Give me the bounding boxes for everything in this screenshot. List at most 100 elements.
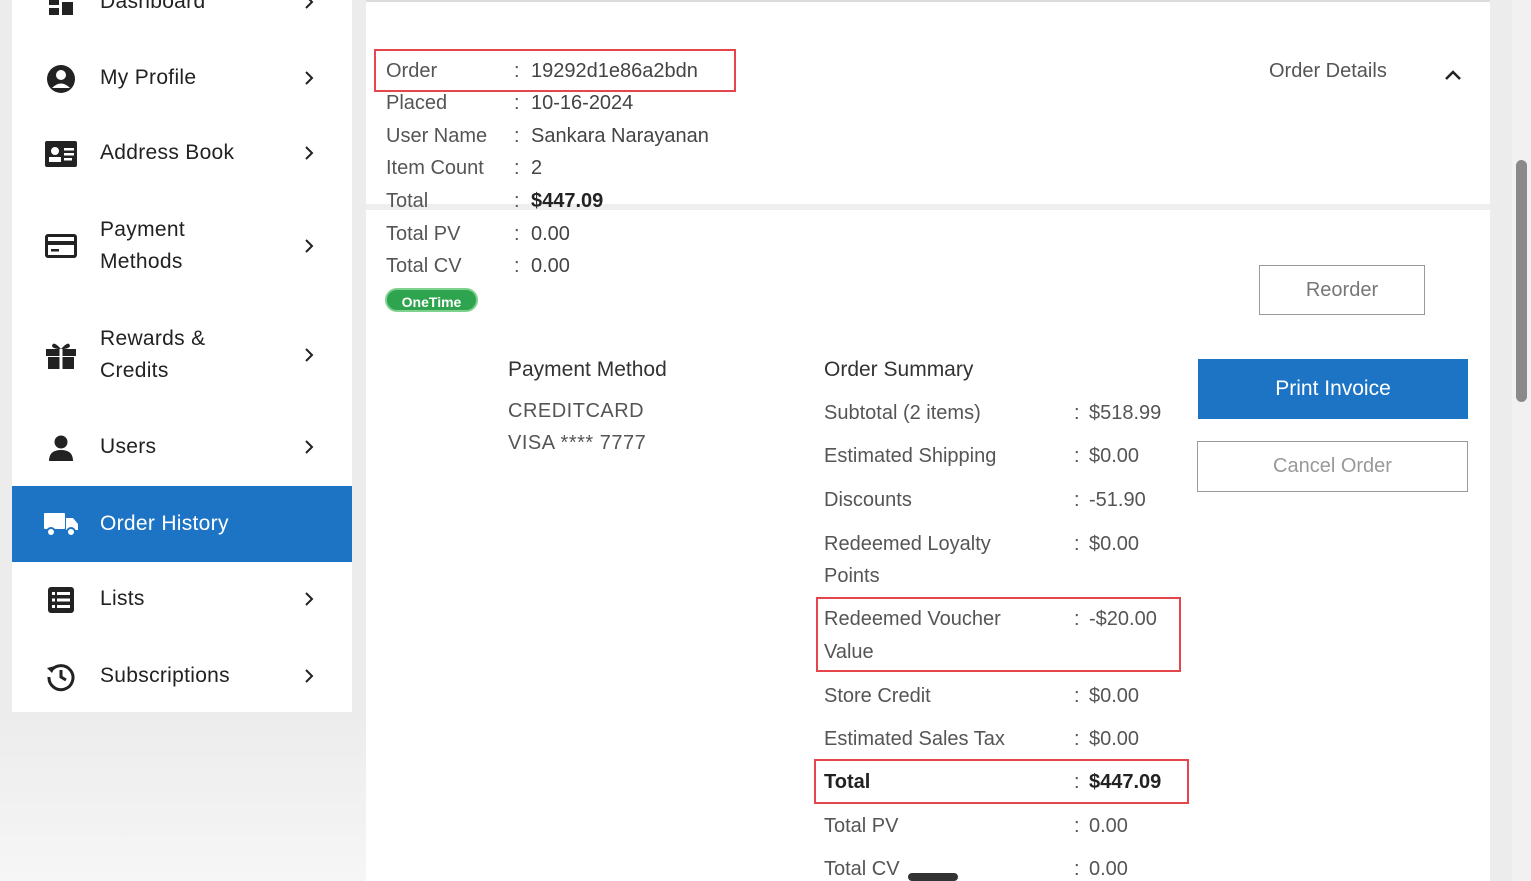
field-label: Total CV [386,255,462,277]
sidebar-item-users[interactable]: Users [12,431,352,463]
order-number-row: Order : 19292d1e86a2bdn [386,55,746,87]
summary-value: $0.00 [1089,728,1140,750]
sidebar-item-rewards-credits[interactable]: Rewards & Credits [12,323,352,387]
address-book-icon [44,137,78,171]
sidebar-item-label: Users [100,435,157,458]
order-detail-panel: Order : 19292d1e86a2bdn Placed : 10-16-2… [366,0,1490,881]
summary-label: Estimated Shipping [824,445,997,467]
field-separator: : [1074,685,1080,707]
order-summary-title: Order Summary [824,358,974,381]
chevron-right-icon [302,146,316,160]
sidebar-item-lists[interactable]: Lists [12,583,352,615]
sidebar-item-address-book[interactable]: Address Book [12,137,352,169]
payment-method-title: Payment Method [508,358,667,381]
field-separator: : [1074,771,1080,793]
order-number: 19292d1e86a2bdn [531,60,698,82]
print-invoice-button[interactable]: Print Invoice [1198,359,1468,419]
chevron-right-icon [302,669,316,683]
sidebar-item-label: Address Book [100,141,235,164]
summary-label: Subtotal (2 items) [824,402,981,424]
item-count: 2 [531,157,543,179]
account-sidebar: Dashboard My Profile Address Book Paymen… [12,0,352,712]
item-count-row: Item Count : 2 [386,152,746,184]
payment-type: CREDITCARD [508,400,645,422]
summary-value: $447.09 [1089,771,1162,793]
summary-row-subtotal: Subtotal (2 items) : $518.99 [824,397,1174,429]
sidebar-item-subscriptions[interactable]: Subscriptions [12,660,352,692]
sidebar-item-label: Credits [100,359,169,382]
field-label: Order [386,60,438,82]
sidebar-item-label: Subscriptions [100,664,230,687]
sidebar-item-payment-methods[interactable]: Payment Methods [12,214,352,278]
cancel-order-button[interactable]: Cancel Order [1197,441,1468,492]
card-info: VISA **** 7777 [508,432,647,454]
summary-label: Store Credit [824,685,931,707]
order-details-toggle[interactable]: Order Details [1269,56,1461,86]
summary-row-store-credit: Store Credit : $0.00 [824,680,1174,712]
reorder-button[interactable]: Reorder [1259,265,1425,315]
summary-value: 0.00 [1089,858,1128,880]
summary-label: Points [824,565,880,587]
field-separator: : [1074,402,1080,424]
field-label: User Name [386,125,488,147]
sidebar-item-label: My Profile [100,66,197,89]
list-icon [44,583,78,617]
field-separator: : [1074,858,1080,880]
field-separator: : [514,255,520,277]
chevron-right-icon [302,71,316,85]
field-separator: : [1074,608,1080,630]
field-separator: : [1074,815,1080,837]
order-date: 10-16-2024 [531,92,634,114]
order-type-badge: OneTime [385,288,478,312]
total-pv-row: Total PV : 0.00 [386,218,746,250]
sidebar-item-label: Lists [100,587,145,610]
summary-row-voucher: Redeemed Voucher Value : -$20.00 [824,603,1174,667]
order-total-row: Total : $447.09 [386,185,746,217]
scrollbar-thumb[interactable] [1516,160,1527,402]
summary-row-loyalty: Redeemed Loyalty Points : $0.00 [824,528,1174,592]
order-total: $447.09 [531,190,604,212]
gift-icon [44,338,78,372]
summary-row-total-cv: Total CV : 0.00 [824,853,1174,881]
chevron-right-icon [302,348,316,362]
sidebar-footer-area [0,712,366,881]
summary-value: $518.99 [1089,402,1162,424]
summary-row-shipping: Estimated Shipping : $0.00 [824,440,1174,472]
field-separator: : [514,157,520,179]
summary-value: $0.00 [1089,445,1140,467]
summary-label: Value [824,641,874,663]
truck-icon [44,507,78,541]
field-separator: : [1074,489,1080,511]
user-name: Sankara Narayanan [531,125,709,147]
summary-value: -51.90 [1089,489,1146,511]
credit-card-icon [44,229,78,263]
field-label: Placed [386,92,448,114]
summary-value: $0.00 [1089,685,1140,707]
field-separator: : [1074,728,1080,750]
summary-label: Total PV [824,815,899,837]
sidebar-item-label: Rewards & [100,327,206,350]
field-label: Item Count [386,157,484,179]
sidebar-item-label: Payment [100,218,185,241]
profile-icon [44,62,78,96]
sidebar-item-order-history[interactable]: Order History [12,486,352,562]
history-icon [44,660,78,694]
field-label: Total [386,190,429,212]
total-cv-row: Total CV : 0.00 [386,250,746,282]
summary-row-sales-tax: Estimated Sales Tax : $0.00 [824,723,1174,755]
field-separator: : [1074,533,1080,555]
field-separator: : [514,92,520,114]
summary-value: 0.00 [1089,815,1128,837]
top-divider [366,0,1490,2]
chevron-right-icon [302,0,316,9]
total-cv: 0.00 [531,255,570,277]
order-details-label: Order Details [1269,60,1387,82]
user-icon [44,431,78,465]
sidebar-item-dashboard[interactable]: Dashboard [12,0,352,18]
summary-value: -$20.00 [1089,608,1157,630]
chevron-up-icon [1444,63,1462,81]
sidebar-item-my-profile[interactable]: My Profile [12,62,352,94]
summary-label: Estimated Sales Tax [824,728,1005,750]
field-separator: : [1074,445,1080,467]
scrollbar-track[interactable] [1512,0,1531,881]
